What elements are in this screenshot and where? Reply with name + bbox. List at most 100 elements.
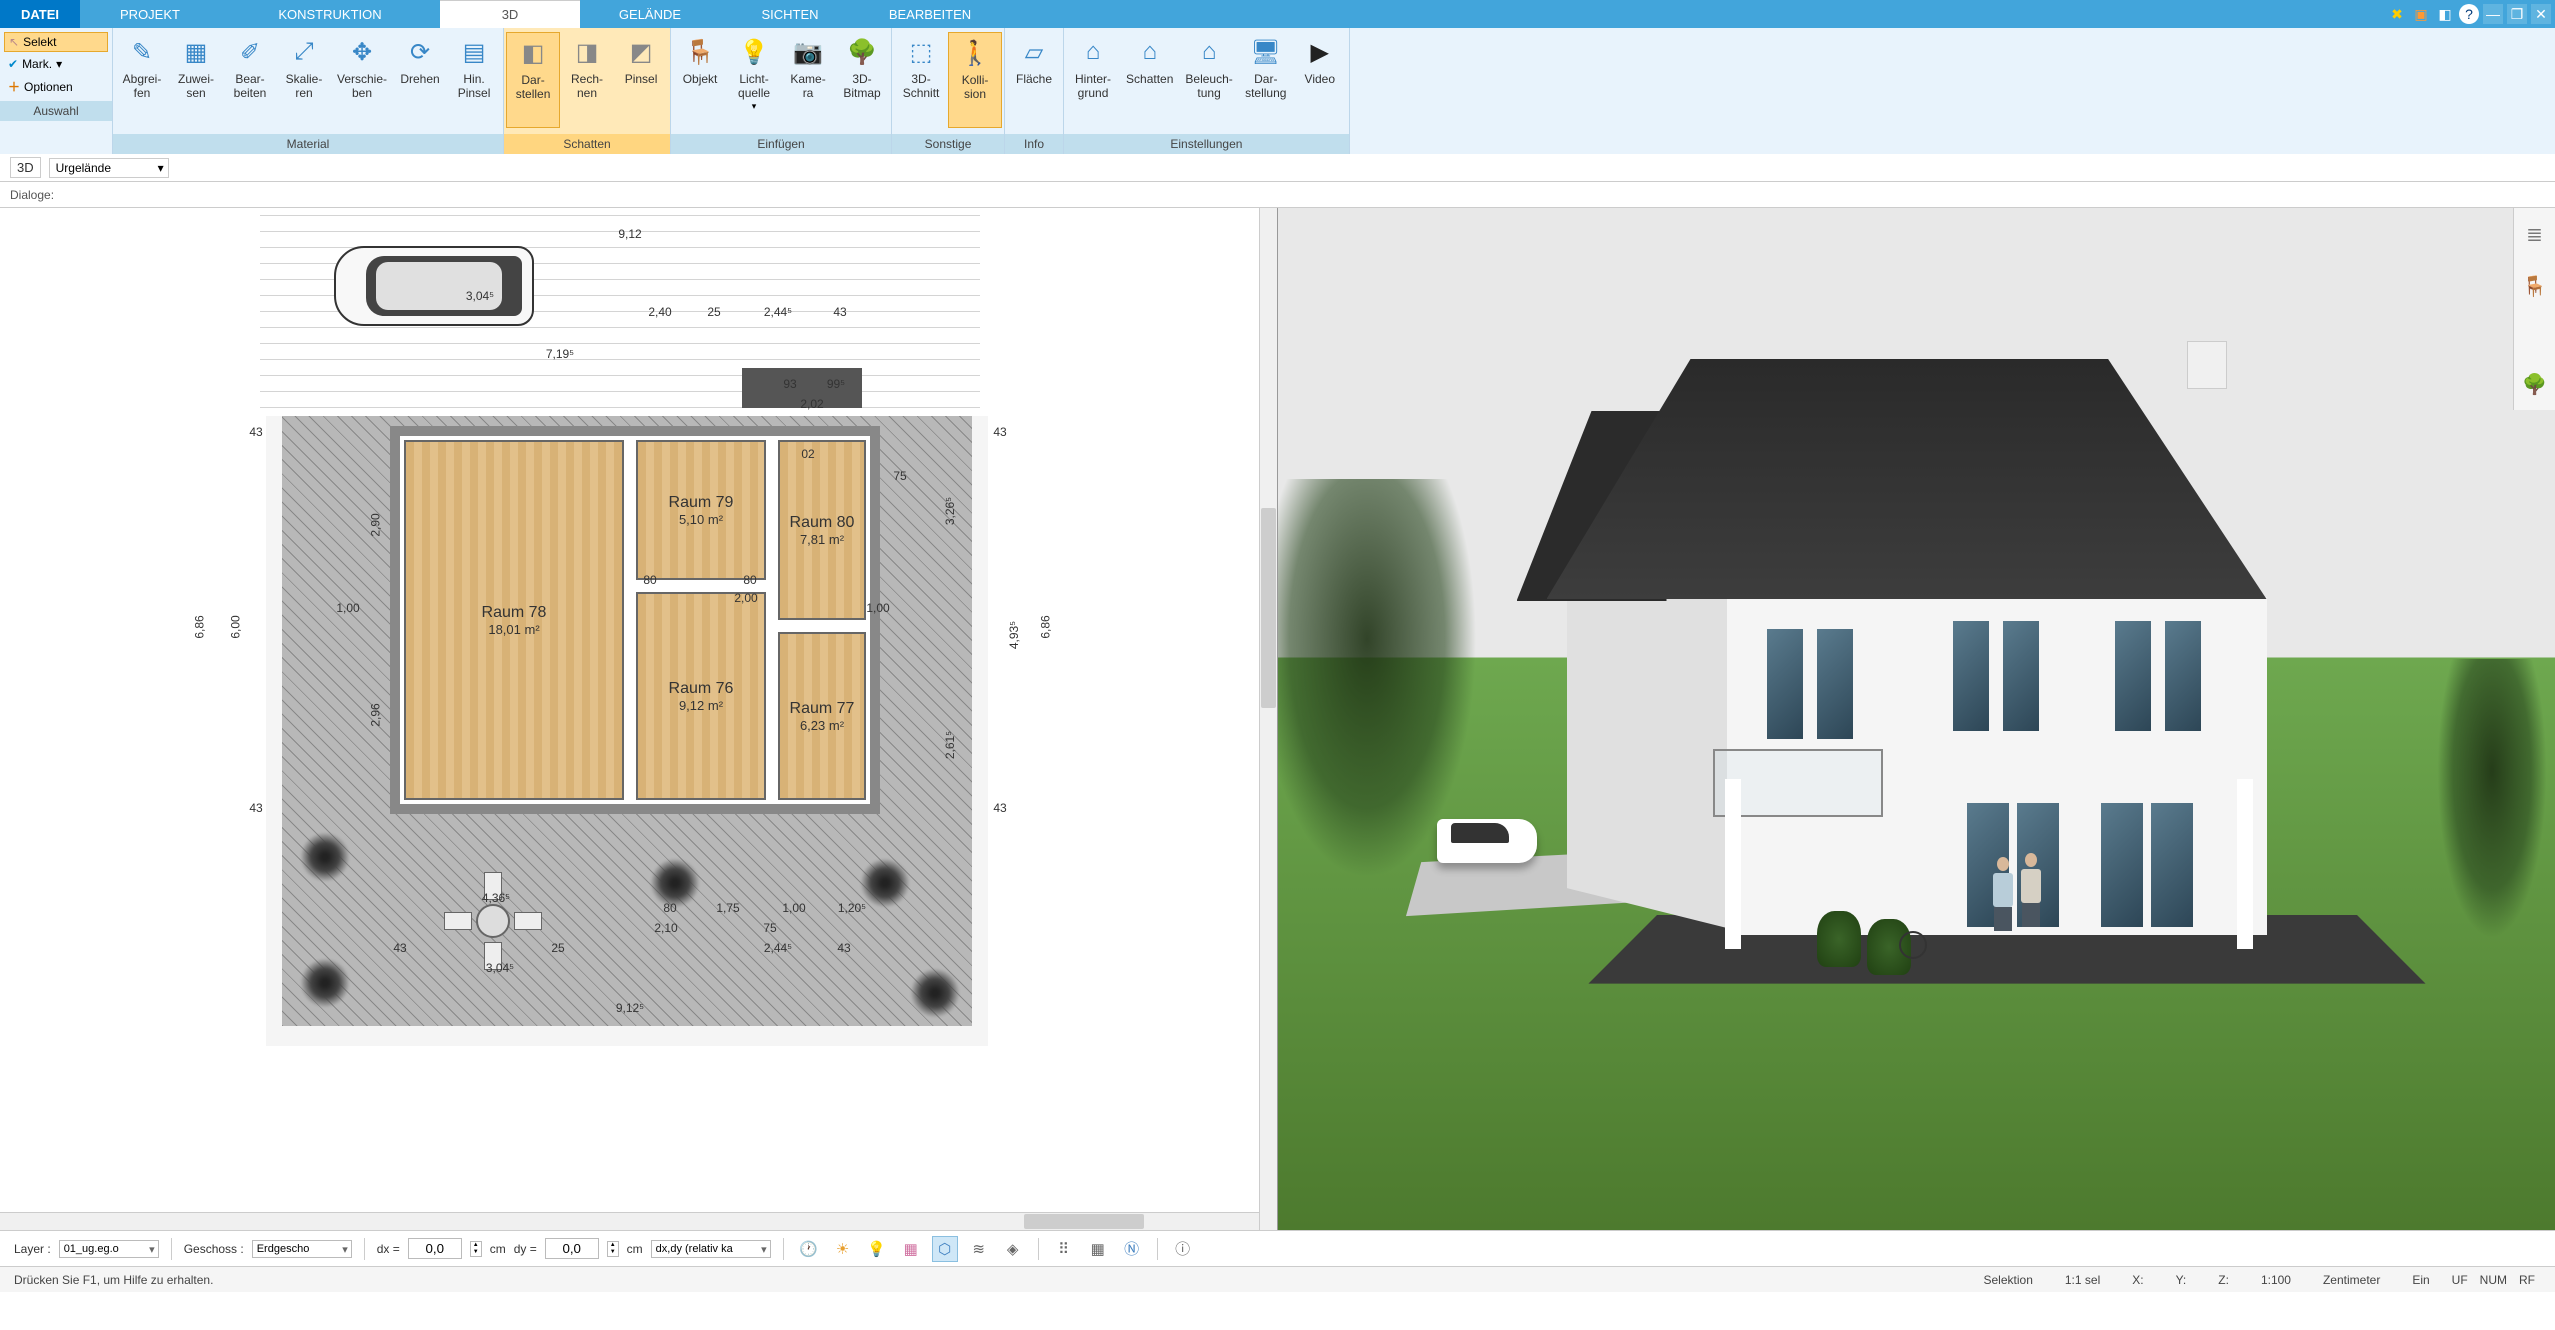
room-80-area: 7,81 m²	[800, 532, 844, 547]
dy-cm: cm	[627, 1242, 643, 1256]
furniture-icon[interactable]: 🪑	[2521, 272, 2549, 300]
room-77[interactable]: Raum 77 6,23 m²	[778, 632, 866, 800]
room-78[interactable]: Raum 78 18,01 m²	[404, 440, 624, 800]
dim-b304: 3,04⁵	[486, 961, 514, 975]
dy-input[interactable]	[545, 1238, 599, 1259]
room-79[interactable]: Raum 79 5,10 m²	[636, 440, 766, 580]
clock-icon[interactable]: 🕐	[796, 1236, 822, 1262]
restore-button[interactable]: ❐	[2507, 4, 2527, 24]
layers-icon[interactable]: ≣	[2521, 220, 2549, 248]
schatten-btn[interactable]: ⌂Schatten	[1120, 32, 1179, 128]
render-icon[interactable]: ▦	[898, 1236, 924, 1262]
room-80[interactable]: Raum 80 7,81 m²	[778, 440, 866, 620]
menu-gelaende[interactable]: GELÄNDE	[580, 0, 720, 28]
lichtquelle-button[interactable]: 💡Licht- quelle▾	[727, 32, 781, 128]
selekt-label: Selekt	[23, 35, 56, 49]
layer-select[interactable]: 01_ug.eg.o	[59, 1240, 159, 1258]
hinpinsel-button[interactable]: ▤Hin. Pinsel	[447, 32, 501, 128]
room-77-area: 6,23 m²	[800, 718, 844, 733]
help-icon[interactable]: ?	[2459, 4, 2479, 24]
video-button[interactable]: ▶Video	[1293, 32, 1347, 128]
geschoss-select[interactable]: Erdgescho	[252, 1240, 352, 1258]
urgelaende-select[interactable]: Urgelände	[49, 158, 169, 178]
collision-icon: 🚶	[957, 35, 993, 71]
menu-bearbeiten[interactable]: BEARBEITEN	[860, 0, 1000, 28]
plan-scrollbar-v[interactable]	[1259, 208, 1277, 1230]
skalieren-button[interactable]: ⤢Skalie- ren	[277, 32, 331, 128]
verschieben-button[interactable]: ✥Verschie- ben	[331, 32, 393, 128]
darstellen-button[interactable]: ◧Dar- stellen	[506, 32, 560, 128]
nav-icon[interactable]: Ⓝ	[1119, 1236, 1145, 1262]
colors-icon[interactable]	[2524, 324, 2546, 346]
plan-scrollbar-h[interactable]	[0, 1212, 1259, 1230]
floorplan[interactable]: Raum 78 18,01 m² Raum 79 5,10 m² Raum 80…	[180, 208, 1030, 1228]
menu-3d[interactable]: 3D	[440, 0, 580, 28]
status-z: Z:	[2202, 1273, 2245, 1287]
patio-set	[448, 876, 538, 966]
rechnen-button[interactable]: ◨Rech- nen	[560, 32, 614, 128]
layers-tool-icon[interactable]: ◈	[1000, 1236, 1026, 1262]
mode-select[interactable]: dx,dy (relativ ka	[651, 1240, 771, 1258]
dx-input[interactable]	[408, 1238, 462, 1259]
pinsel-button[interactable]: ◩Pinsel	[614, 32, 668, 128]
plan-scroll-thumb-h[interactable]	[1024, 1214, 1144, 1229]
sun-icon[interactable]: ☀	[830, 1236, 856, 1262]
kollision-button[interactable]: 🚶Kolli- sion	[948, 32, 1002, 128]
bulb-tool-icon[interactable]: 💡	[864, 1236, 890, 1262]
3d-scene[interactable]	[1278, 208, 2555, 1230]
group-info: ▱Fläche Info	[1005, 28, 1064, 154]
zuweisen-button[interactable]: ▦Zuwei- sen	[169, 32, 223, 128]
kollision-label: Kolli- sion	[962, 73, 989, 102]
rotate-icon: ⟳	[402, 34, 438, 70]
abgreifen-button[interactable]: ✎Abgrei- fen	[115, 32, 169, 128]
info-icon[interactable]: ⓘ	[1170, 1236, 1196, 1262]
einst-schatten-label: Schatten	[1126, 72, 1173, 86]
bitmap-button[interactable]: 🌳3D- Bitmap	[835, 32, 889, 128]
titlebar-controls: ✖ ▣ ◧ ? — ❐ ✕	[2387, 0, 2555, 28]
mark-button[interactable]: ✔Mark.▾	[4, 55, 108, 73]
selekt-button[interactable]: ↖Selekt	[4, 32, 108, 52]
bush-1	[300, 832, 350, 882]
menu-konstruktion[interactable]: KONSTRUKTION	[220, 0, 440, 28]
dim-b175: 1,75	[716, 901, 739, 915]
menu-sichten[interactable]: SICHTEN	[720, 0, 860, 28]
schnitt-button[interactable]: ⬚3D- Schnitt	[894, 32, 948, 128]
grid-dots-icon[interactable]: ⠿	[1051, 1236, 1077, 1262]
3d-view[interactable]	[1278, 208, 2555, 1230]
edges-icon[interactable]: ⬡	[932, 1236, 958, 1262]
shrub-1	[1817, 911, 1861, 967]
dx-spinner[interactable]: ▲▼	[470, 1241, 482, 1257]
dialog-bar: Dialoge:	[0, 182, 2555, 208]
hintergrund-button[interactable]: ⌂Hinter- grund	[1066, 32, 1120, 128]
dim-r75: 75	[893, 469, 906, 483]
plan-view[interactable]: Raum 78 18,01 m² Raum 79 5,10 m² Raum 80…	[0, 208, 1278, 1230]
tool-icon-3[interactable]: ◧	[2435, 4, 2455, 24]
iso-icon[interactable]: ≋	[966, 1236, 992, 1262]
dy-spinner[interactable]: ▲▼	[607, 1241, 619, 1257]
kamera-button[interactable]: 📷Kame- ra	[781, 32, 835, 128]
dim-93: 93	[783, 377, 796, 391]
group-label-auswahl: Auswahl	[0, 101, 112, 121]
grid-lines-icon[interactable]: ▦	[1085, 1236, 1111, 1262]
tree-tool-icon[interactable]: 🌳	[2521, 370, 2549, 398]
menu-datei[interactable]: DATEI	[0, 0, 80, 28]
room-76[interactable]: Raum 76 9,12 m²	[636, 592, 766, 800]
calc-shade-icon: ◨	[569, 34, 605, 70]
bearbeiten-button[interactable]: ✐Bear- beiten	[223, 32, 277, 128]
optionen-button[interactable]: ＋Optionen	[4, 76, 108, 97]
hintergrund-label: Hinter- grund	[1075, 72, 1111, 101]
drehen-button[interactable]: ⟳Drehen	[393, 32, 447, 128]
objekt-button[interactable]: 🪑Objekt	[673, 32, 727, 128]
close-button[interactable]: ✕	[2531, 4, 2551, 24]
dim-240: 2,40	[648, 305, 671, 319]
minimize-button[interactable]: —	[2483, 4, 2503, 24]
plan-scroll-thumb-v[interactable]	[1261, 508, 1276, 708]
tool-icon-2[interactable]: ▣	[2411, 4, 2431, 24]
darstellung-button[interactable]: 🖥Dar- stellung	[1239, 32, 1293, 128]
flaeche-button[interactable]: ▱Fläche	[1007, 32, 1061, 128]
bulb-icon: 💡	[736, 34, 772, 70]
beleuchtung-button[interactable]: ⌂Beleuch- tung	[1179, 32, 1238, 128]
tool-icon-1[interactable]: ✖	[2387, 4, 2407, 24]
dim-244: 2,44⁵	[764, 305, 792, 319]
menu-projekt[interactable]: PROJEKT	[80, 0, 220, 28]
